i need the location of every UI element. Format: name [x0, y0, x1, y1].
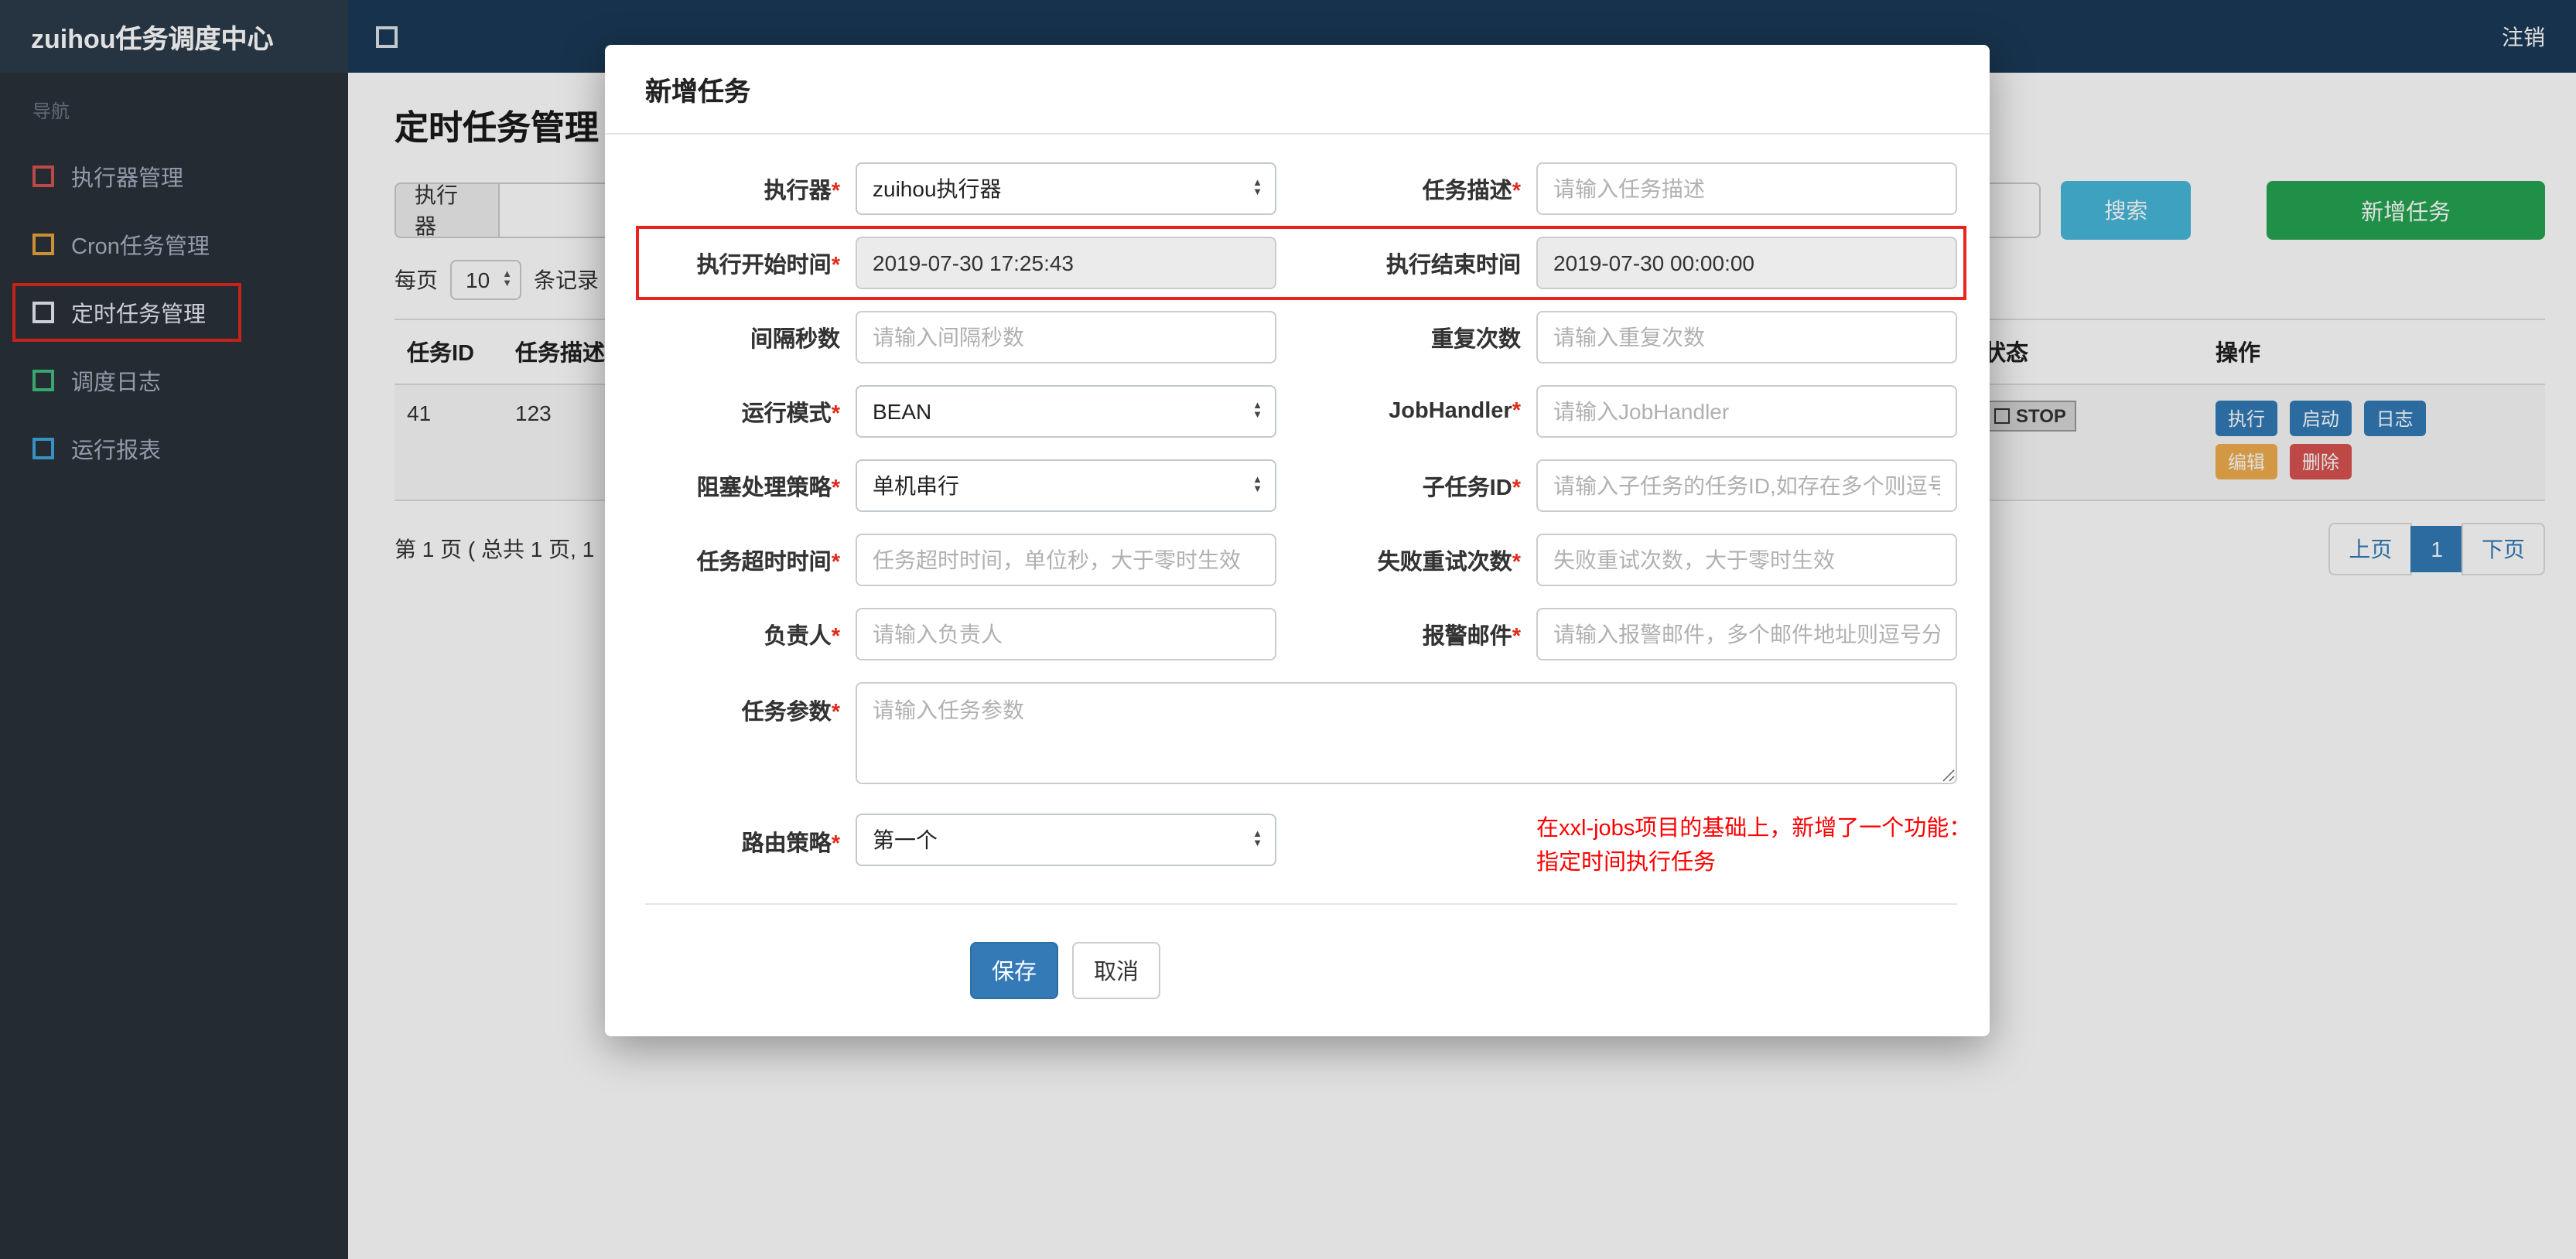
select-arrows-icon: ▲ ▼ — [1252, 475, 1262, 495]
jobhandler-label: JobHandler* — [1389, 399, 1521, 424]
task-desc-label: 任务描述* — [1422, 179, 1521, 203]
retry-input[interactable] — [1536, 534, 1957, 586]
block-strategy-select-value: 单机串行 — [873, 473, 959, 498]
job-param-textarea[interactable] — [856, 682, 1957, 784]
row-time-range-highlighted: 执行开始时间* 执行结束时间 — [636, 226, 1966, 300]
select-arrows-icon: ▲ ▼ — [1252, 178, 1262, 198]
feature-note-line2: 指定时间执行任务 — [1536, 850, 1716, 875]
retry-label: 失败重试次数* — [1377, 550, 1521, 575]
row-interval-repeat: 间隔秒数 重复次数 — [645, 311, 1957, 363]
modal-divider — [645, 902, 1957, 904]
row-route-note: 路由策略* 第一个 ▲ ▼ 在xxl-jobs项目的基础上，新增了一个功能： 指定… — [645, 814, 1971, 881]
alarm-email-label: 报警邮件* — [1422, 624, 1521, 649]
child-job-input[interactable] — [1536, 459, 1957, 512]
block-strategy-label: 阻塞处理策略* — [696, 476, 840, 500]
owner-label: 负责人* — [764, 624, 840, 649]
app-root: zuihou任务调度中心 注销 导航 执行器管理 Cron任务管理 定时任务管理… — [0, 0, 2576, 1259]
executor-label: 执行器* — [764, 179, 840, 203]
timeout-label: 任务超时时间* — [696, 550, 840, 575]
route-strategy-select-value: 第一个 — [873, 827, 938, 852]
row-timeout-retry: 任务超时时间* 失败重试次数* — [645, 534, 1957, 586]
select-arrows-icon: ▲ ▼ — [1252, 401, 1262, 421]
row-owner-email: 负责人* 报警邮件* — [645, 608, 1957, 660]
cancel-button[interactable]: 取消 — [1072, 941, 1160, 998]
required-mark: * — [831, 253, 840, 278]
end-time-input[interactable] — [1536, 237, 1957, 289]
child-job-label: 子任务ID* — [1422, 476, 1521, 500]
job-param-label: 任务参数* — [741, 701, 840, 725]
required-mark: * — [831, 179, 840, 203]
modal-title: 新增任务 — [605, 45, 1990, 135]
interval-label: 间隔秒数 — [750, 327, 840, 352]
row-block-child: 阻塞处理策略* 单机串行 ▲ ▼ 子任务ID* — [645, 459, 1957, 512]
jobhandler-input[interactable] — [1536, 385, 1957, 438]
route-strategy-label: 路由策略* — [741, 832, 840, 857]
route-strategy-select[interactable]: 第一个 ▲ ▼ — [856, 814, 1276, 866]
owner-input[interactable] — [856, 608, 1276, 660]
block-strategy-select[interactable]: 单机串行 ▲ ▼ — [856, 459, 1276, 512]
required-mark: * — [1512, 399, 1521, 424]
run-mode-label: 运行模式* — [741, 401, 840, 426]
required-mark: * — [831, 550, 840, 575]
modal-footer: 保存 取消 — [605, 916, 1990, 1036]
run-mode-select[interactable]: BEAN ▲ ▼ — [856, 385, 1276, 438]
required-mark: * — [831, 401, 840, 426]
task-desc-input[interactable] — [1536, 162, 1957, 215]
required-mark: * — [831, 701, 840, 725]
required-mark: * — [1512, 476, 1521, 500]
alarm-email-input[interactable] — [1536, 608, 1957, 660]
start-time-label: 执行开始时间* — [696, 253, 840, 278]
feature-note-line1: 在xxl-jobs项目的基础上，新增了一个功能： — [1536, 817, 1972, 841]
required-mark: * — [831, 476, 840, 500]
run-mode-select-value: BEAN — [873, 399, 932, 424]
required-mark: * — [1512, 624, 1521, 649]
add-task-modal: 新增任务 执行器* zuihou执行器 ▲▼ 任务描述* 执行开始时间* 执行结… — [605, 45, 1990, 1036]
save-button[interactable]: 保存 — [970, 941, 1058, 998]
executor-select[interactable]: zuihou执行器 ▲ ▼ — [856, 162, 1276, 215]
select-arrows-icon: ▲ ▼ — [1252, 829, 1262, 849]
timeout-input[interactable] — [856, 534, 1276, 586]
required-mark: * — [831, 624, 840, 649]
repeat-input[interactable] — [1536, 311, 1957, 363]
row-mode-handler: 运行模式* BEAN ▲ ▼ JobHandler* — [645, 385, 1957, 438]
start-time-input[interactable] — [856, 237, 1276, 289]
row-executor-desc: 执行器* zuihou执行器 ▲ ▼ 任务描述* — [645, 162, 1957, 215]
interval-input[interactable] — [856, 311, 1276, 363]
repeat-label: 重复次数 — [1431, 327, 1521, 352]
modal-body: 执行器* zuihou执行器 ▲▼ 任务描述* 执行开始时间* 执行结束时间 间… — [605, 135, 1990, 916]
required-mark: * — [1512, 550, 1521, 575]
executor-select-value: zuihou执行器 — [873, 176, 1002, 201]
end-time-label: 执行结束时间 — [1386, 253, 1521, 278]
feature-note: 在xxl-jobs项目的基础上，新增了一个功能： 指定时间执行任务 — [1536, 814, 1971, 881]
required-mark: * — [831, 832, 840, 857]
row-job-param: 任务参数* — [645, 682, 1957, 792]
required-mark: * — [1512, 179, 1521, 203]
